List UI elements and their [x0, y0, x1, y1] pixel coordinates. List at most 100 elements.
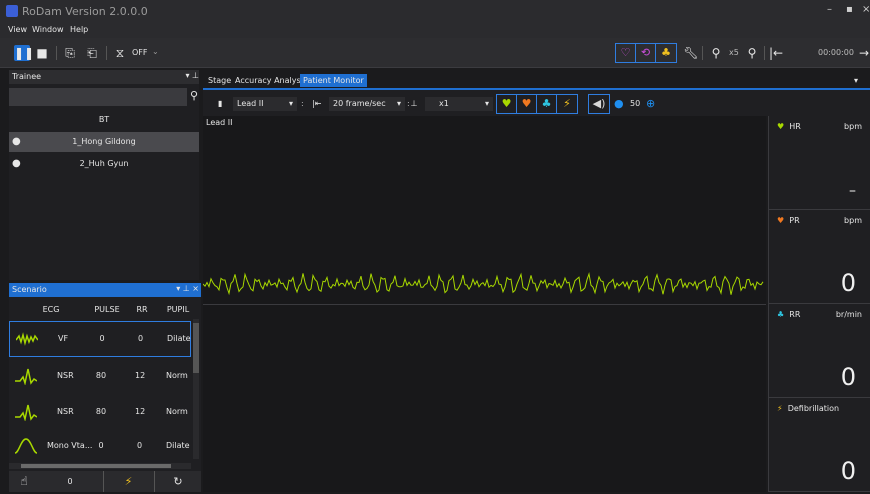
trainee-panel-header: Trainee ▾ ⊥	[9, 70, 199, 84]
scenario-pulse: 0	[99, 334, 105, 343]
tab-bar: Stage Accuracy Analysis Patient Monitor …	[203, 73, 870, 98]
vital-label: RR	[789, 310, 801, 319]
scenario-pulse: 80	[95, 371, 107, 380]
menu-window[interactable]: Window	[32, 25, 64, 34]
column-header-pulse: PULSE	[94, 305, 120, 314]
trainee-panel: Trainee ▾ ⊥ ⚲ BT ● 1_Hong Gildong ● 2_Hu…	[9, 70, 199, 280]
stop-icon[interactable]: ■	[34, 45, 50, 61]
heart-outline-icon[interactable]: ♡	[616, 44, 636, 62]
forward-icon[interactable]: →	[856, 45, 870, 61]
vital-hr: ♥ HR bpm –	[768, 116, 870, 210]
divider	[203, 304, 766, 305]
volume-down-icon[interactable]: ●	[614, 97, 624, 111]
ecg-trace	[203, 272, 764, 296]
search-icon[interactable]: ⚲	[190, 89, 198, 102]
scenario-row[interactable]: NSR 80 12 Norm	[9, 359, 191, 395]
scenario-rr: 0	[138, 334, 144, 343]
tab-accuracy-analysis[interactable]: Accuracy Analysis	[232, 74, 310, 87]
maximize-icon[interactable]: ▪	[846, 4, 853, 15]
save-icon[interactable]: ▮	[218, 97, 222, 111]
close-icon[interactable]: ▾ ×	[851, 74, 870, 98]
scenario-pulse: 0	[98, 441, 104, 450]
column-header-ecg: ECG	[42, 305, 60, 314]
main-toolbar: ❚❚ ■ ⎘ ⎗ ⧖ OFF ⌄ ♡ ⟲ ♣ 🔧︎ ⚲ x5 ⚲ |← 00:0…	[0, 38, 870, 68]
heart-icon[interactable]: ♥	[497, 95, 517, 113]
tab-patient-monitor[interactable]: Patient Monitor	[300, 74, 367, 87]
scenario-ecg: Mono Vta...	[47, 441, 93, 450]
trainee-column-header: BT	[98, 115, 110, 124]
zoom-in-icon[interactable]: ⚲	[744, 45, 760, 61]
volume-value: 50	[630, 99, 641, 108]
vital-value: 0	[840, 269, 856, 297]
heart-icon[interactable]: ♥	[517, 95, 537, 113]
sync-status[interactable]: OFF	[132, 48, 148, 57]
vital-value: –	[849, 183, 856, 199]
scenario-rr: 12	[135, 371, 146, 380]
pin-icon[interactable]: ▾ ⊥	[185, 71, 199, 80]
lungs-icon[interactable]: ♣	[656, 44, 676, 62]
monitor-toolbar: ▮ Lead II ▾ : |⇤ 20 frame/sec ▾ : ⊥ x1 ▾ ♥ …	[203, 88, 870, 116]
scenario-pulse: 80	[95, 407, 107, 416]
history-icon[interactable]: ⟲	[636, 44, 656, 62]
import-icon[interactable]: ⎘	[62, 45, 78, 61]
ecg-lead-label: Lead II	[206, 118, 233, 127]
close-icon[interactable]: ▾ ⊥ ×	[176, 284, 199, 293]
column-header-rr: RR	[136, 305, 148, 314]
trainee-name: 2_Huh Gyun	[79, 159, 129, 168]
scenario-pupil: Norm	[166, 407, 188, 416]
lungs-icon: ♣	[777, 310, 785, 319]
menu-help[interactable]: Help	[70, 25, 88, 34]
chevron-down-icon[interactable]: ⌄	[152, 47, 159, 56]
vital-defibrillation: ⚡ Defibrillation 0	[768, 398, 870, 492]
volume-up-icon[interactable]: ⊕	[646, 97, 655, 111]
app-title: RoDam Version 2.0.0.0	[22, 5, 148, 18]
vital-label: Defibrillation	[787, 404, 840, 413]
pause-icon[interactable]: ❚❚	[14, 45, 34, 61]
scenario-row[interactable]: VF 0 0 Dilate	[9, 321, 191, 357]
trainee-item[interactable]: ● 1_Hong Gildong	[9, 132, 199, 152]
lightning-icon[interactable]: ⚡	[557, 95, 577, 113]
rewind-start-icon[interactable]: |←	[768, 45, 784, 61]
wrench-icon[interactable]: 🔧︎	[683, 45, 699, 61]
sync-icon[interactable]: ⧖	[112, 45, 128, 61]
alarm-toggle-group: ♥ ♥ ♣ ⚡	[496, 94, 578, 114]
scenario-pupil: Dilate	[166, 441, 190, 450]
column-header-pupil: PUPIL	[166, 305, 190, 314]
hand-icon[interactable]: ☝	[9, 471, 39, 492]
minimize-icon[interactable]: –	[827, 4, 832, 15]
scenario-panel-title: Scenario	[12, 285, 47, 294]
scenario-row[interactable]: NSR 80 12 Norm	[9, 395, 191, 431]
scenario-rr: 0	[137, 441, 143, 450]
speed-select[interactable]: 20 frame/sec ▾	[329, 97, 405, 111]
vital-rr: ♣ RR br/min 0	[768, 304, 870, 398]
zoom-out-icon[interactable]: ⚲	[708, 45, 724, 61]
vital-value: 0	[840, 363, 856, 391]
separator: :	[301, 99, 304, 108]
trainee-search-input[interactable]	[9, 88, 187, 106]
trainee-item[interactable]: ● 2_Huh Gyun	[9, 154, 199, 174]
export-icon[interactable]: ⎗	[84, 45, 100, 61]
lungs-icon[interactable]: ♣	[537, 95, 557, 113]
menu-view[interactable]: View	[8, 25, 27, 34]
scenario-ecg: VF	[58, 334, 69, 343]
scrollbar-thumb[interactable]	[21, 464, 171, 468]
lightning-icon[interactable]: ⚡	[103, 471, 153, 492]
vital-unit: bpm	[844, 122, 862, 131]
title-bar: RoDam Version 2.0.0.0 – ▪ ×	[0, 0, 870, 24]
scenario-row[interactable]: Mono Vta... 0 0 Dilate	[9, 429, 191, 465]
scenario-pupil: Norm	[166, 371, 188, 380]
speaker-icon[interactable]: ◀)	[589, 95, 609, 113]
scrollbar-thumb[interactable]	[193, 323, 199, 373]
scenario-panel: Scenario ▾ ⊥ × ECG PULSE RR PUPIL VF 0 0…	[9, 283, 201, 492]
vital-unit: br/min	[835, 310, 862, 319]
vital-unit: bpm	[844, 216, 862, 225]
tab-stage[interactable]: Stage	[205, 74, 234, 87]
close-icon[interactable]: ×	[862, 4, 870, 15]
scenario-rr: 12	[135, 407, 146, 416]
gain-select[interactable]: x1 ▾	[425, 97, 493, 111]
lead-select[interactable]: Lead II ▾	[233, 97, 297, 111]
gain-icon: ⊥	[403, 99, 418, 108]
view-toggle-group: ♡ ⟲ ♣	[615, 43, 677, 63]
speed-icon: |⇤	[312, 99, 322, 108]
refresh-icon[interactable]: ↻	[154, 471, 201, 492]
